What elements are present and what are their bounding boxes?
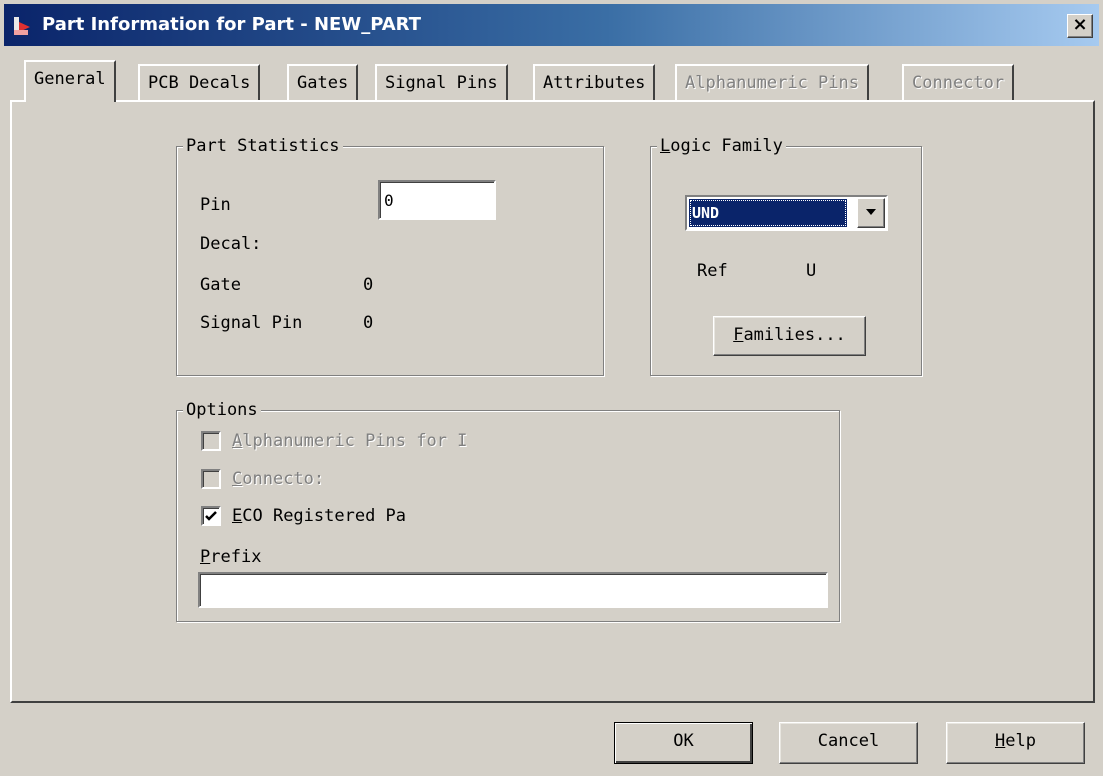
alphanumeric-pins-checkbox[interactable] [201,431,221,451]
signal-pin-label: Signal Pin [200,313,303,333]
title-bar[interactable]: Part Information for Part - NEW_PART × [4,4,1099,46]
logic-family-selected-value: UND [689,199,847,227]
cancel-button[interactable]: Cancel [779,722,918,764]
help-button[interactable]: Help [946,722,1085,764]
app-icon [12,14,36,38]
families-button[interactable]: Families... [713,316,866,356]
prefix-field[interactable] [198,572,828,608]
gate-label: Gate [200,275,241,295]
connector-checkbox[interactable] [201,469,221,489]
tab-label: PCB Decals [148,73,251,93]
pin-count-field[interactable] [378,180,496,220]
prefix-label: Prefix [200,547,262,567]
decal-label: Decal: [200,234,262,254]
window-title: Part Information for Part - NEW_PART [42,14,422,35]
part-statistics-title: Part Statistics [183,135,343,157]
tab-signal-pins[interactable]: Signal Pins [375,64,508,100]
eco-registered-checkbox[interactable] [201,506,221,526]
tab-label: Signal Pins [385,73,498,93]
connector-label: Connecto: [232,469,325,489]
alphanumeric-pins-label: Alphanumeric Pins for I [232,431,468,451]
tab-label: Connector [912,73,1005,93]
pin-label: Pin [200,195,231,215]
ref-value: U [806,261,817,281]
tab-label: General [34,69,106,89]
gate-count-value: 0 [363,275,374,295]
options-title: Options [183,399,261,421]
tab-label: Alphanumeric Pins [685,73,859,93]
tab-alphanumeric-pins[interactable]: Alphanumeric Pins [675,64,869,100]
logic-family-select[interactable]: UND [685,195,888,231]
ok-button[interactable]: OK [614,722,753,764]
close-button[interactable]: × [1067,14,1093,38]
tab-label: Gates [297,73,349,93]
eco-registered-label: ECO Registered Pa [232,506,407,526]
checkmark-icon [205,511,217,521]
logic-family-title: Logic Family [657,135,786,157]
tab-label: Attributes [543,73,646,93]
chevron-down-icon [866,209,876,215]
tab-attributes[interactable]: Attributes [533,64,656,100]
dropdown-button[interactable] [857,198,885,228]
tab-pcb-decals[interactable]: PCB Decals [138,64,261,100]
tab-connector[interactable]: Connector [902,64,1015,100]
tab-gates[interactable]: Gates [287,64,359,100]
ref-label: Ref [697,261,728,281]
tab-general[interactable]: General [24,60,116,102]
close-icon: × [1072,14,1088,35]
part-information-dialog: Part Information for Part - NEW_PART × G… [0,0,1103,776]
signal-pin-count-value: 0 [363,313,374,333]
